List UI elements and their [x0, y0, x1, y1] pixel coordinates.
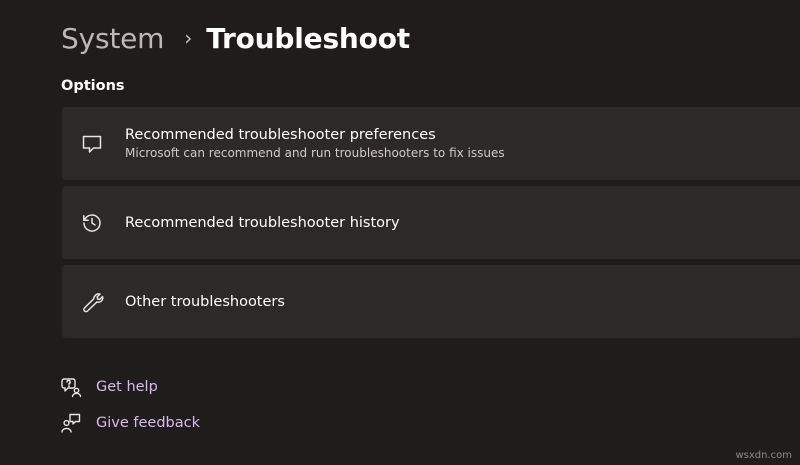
wrench-icon	[80, 290, 104, 314]
card-title: Other troubleshooters	[125, 293, 285, 310]
breadcrumb-separator-icon: ›	[184, 26, 193, 50]
card-other-troubleshooters[interactable]: Other troubleshooters	[62, 265, 800, 338]
card-description: Microsoft can recommend and run troubles…	[125, 146, 505, 160]
give-feedback-label: Give feedback	[96, 415, 200, 431]
section-title-options: Options	[61, 78, 125, 94]
breadcrumb: System › Troubleshoot	[61, 14, 410, 62]
help-icon	[60, 376, 82, 398]
card-troubleshooter-preferences[interactable]: Recommended troubleshooter preferences M…	[62, 107, 800, 180]
card-troubleshooter-history[interactable]: Recommended troubleshooter history	[62, 186, 800, 259]
breadcrumb-system-link[interactable]: System	[61, 22, 164, 55]
card-title: Recommended troubleshooter history	[125, 214, 400, 231]
history-icon	[80, 211, 104, 235]
chat-bubble-icon	[80, 132, 104, 156]
feedback-icon	[60, 412, 82, 434]
get-help-link[interactable]: Get help	[60, 376, 158, 398]
get-help-label: Get help	[96, 379, 158, 395]
page-title: Troubleshoot	[206, 21, 410, 55]
give-feedback-link[interactable]: Give feedback	[60, 412, 200, 434]
card-title: Recommended troubleshooter preferences	[125, 127, 436, 143]
watermark: wsxdn.com	[735, 450, 792, 461]
